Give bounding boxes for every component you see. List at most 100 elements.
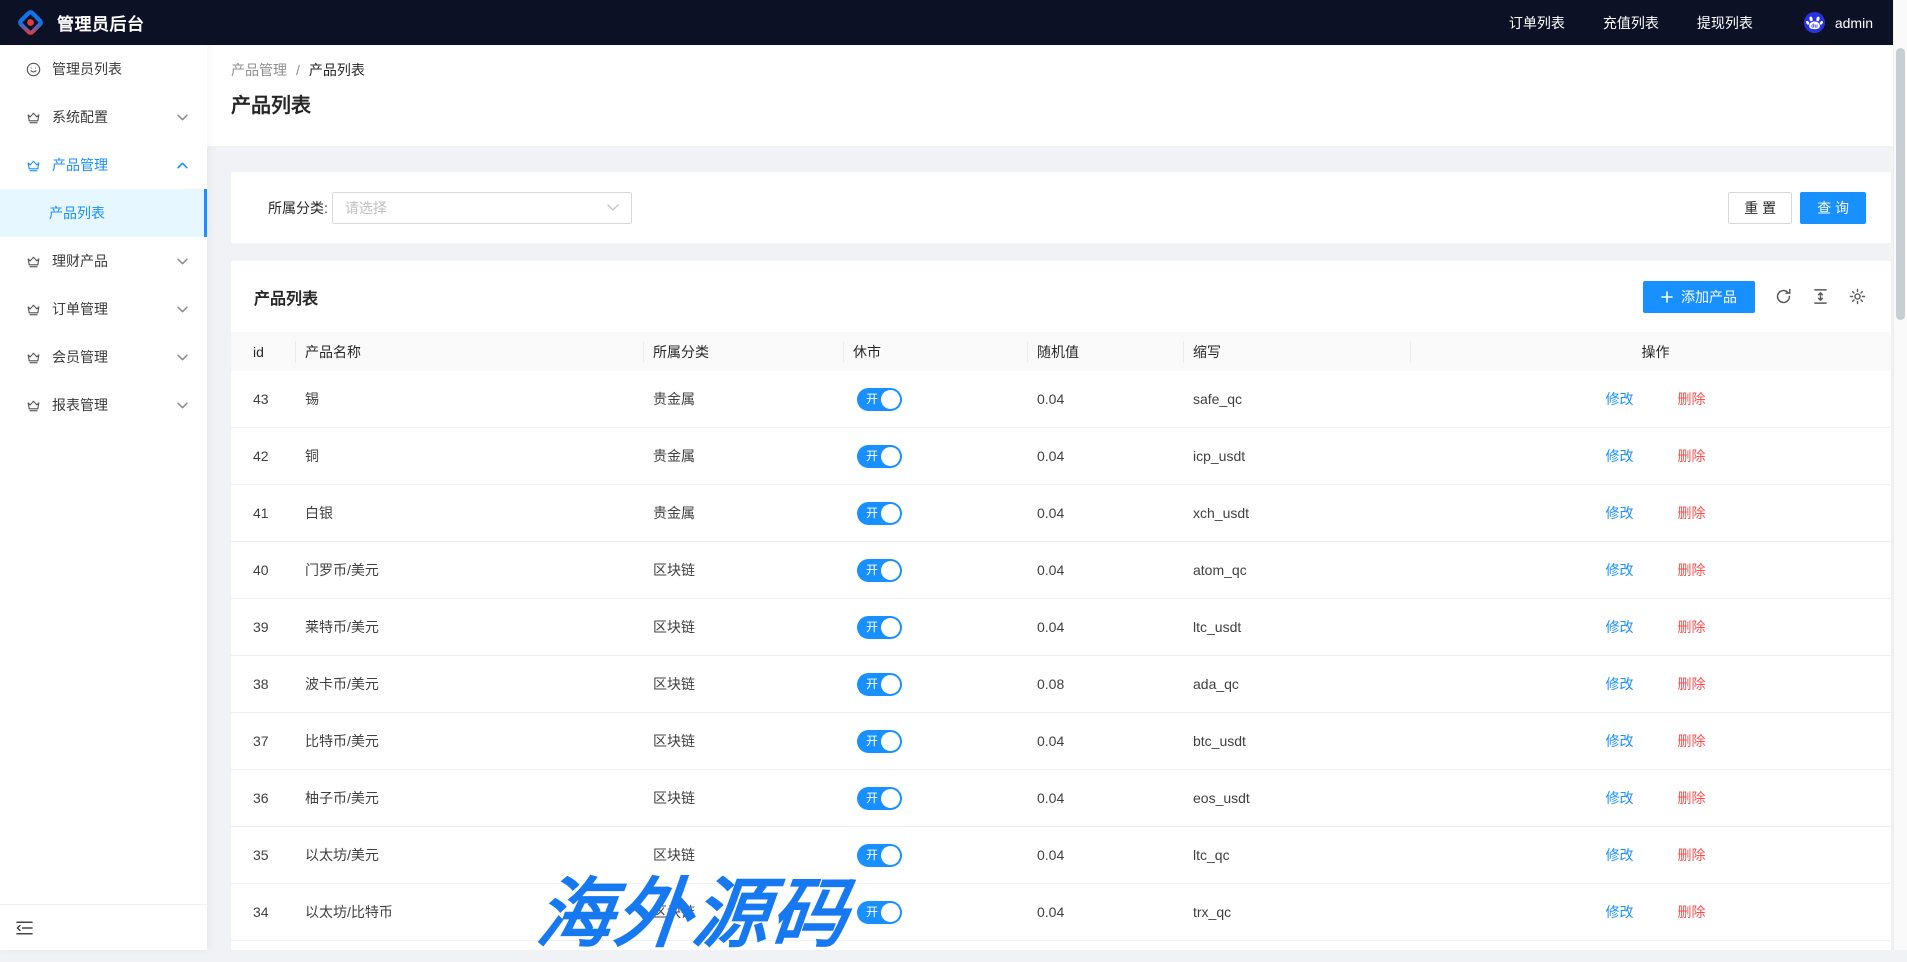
scrollbar-thumb[interactable] [1896, 48, 1905, 320]
query-button[interactable]: 查 询 [1800, 192, 1866, 224]
cell-market-switch: 开 [853, 502, 1037, 525]
edit-link[interactable]: 修改 [1606, 731, 1634, 751]
edit-link[interactable]: 修改 [1606, 446, 1634, 466]
chevron-up-icon [177, 162, 188, 169]
sidebar-item-report-management[interactable]: 报表管理 [0, 381, 207, 429]
table-row: 38波卡币/美元区块链开0.08ada_qc修改删除 [231, 656, 1891, 713]
sidebar-footer [0, 904, 207, 950]
breadcrumb-parent[interactable]: 产品管理 [231, 62, 287, 78]
column-height-icon[interactable] [1812, 288, 1829, 305]
main-content: 产品管理/产品列表 产品列表 所属分类: 请选择 重 置 查 询 产品列表 [207, 45, 1907, 950]
sidebar-item-admin-list[interactable]: 管理员列表 [0, 45, 207, 93]
cell-market-switch: 开 [853, 559, 1037, 582]
toggle-knob [881, 789, 900, 808]
sidebar-item-order-management[interactable]: 订单管理 [0, 285, 207, 333]
cell-id: 39 [231, 619, 305, 635]
cell-random-value: 0.04 [1037, 733, 1193, 749]
table-header-row: id 产品名称 所属分类 休市 随机值 缩写 操作 [231, 332, 1891, 371]
cell-abbr: eos_usdt [1193, 790, 1420, 806]
cell-market-switch: 开 [853, 844, 1037, 867]
add-product-button[interactable]: 添加产品 [1643, 281, 1755, 313]
breadcrumb-current: 产品列表 [309, 62, 365, 78]
cell-actions: 修改 删除 [1420, 731, 1891, 751]
cell-category: 区块链 [653, 560, 853, 580]
delete-link[interactable]: 删除 [1678, 389, 1706, 409]
topnav-order-list[interactable]: 订单列表 [1509, 13, 1565, 33]
table-card-header: 产品列表 添加产品 [231, 261, 1891, 332]
toggle-on-label: 开 [866, 445, 878, 468]
table-card: 产品列表 添加产品 [231, 261, 1891, 950]
sidebar-subitem-product-list[interactable]: 产品列表 [0, 189, 207, 237]
sidebar-item-finance-products[interactable]: 理财产品 [0, 237, 207, 285]
edit-link[interactable]: 修改 [1606, 617, 1634, 637]
cell-actions: 修改 删除 [1420, 674, 1891, 694]
sidebar-item-label: 系统配置 [52, 107, 177, 127]
market-toggle[interactable]: 开 [857, 730, 902, 753]
edit-link[interactable]: 修改 [1606, 389, 1634, 409]
edit-link[interactable]: 修改 [1606, 503, 1634, 523]
column-header-market-closed: 休市 [853, 342, 1037, 362]
sidebar-item-product-management[interactable]: 产品管理 [0, 141, 207, 189]
toggle-knob [881, 618, 900, 637]
market-toggle[interactable]: 开 [857, 844, 902, 867]
market-toggle[interactable]: 开 [857, 787, 902, 810]
cell-category: 区块链 [653, 731, 853, 751]
cell-market-switch: 开 [853, 388, 1037, 411]
settings-gear-icon[interactable] [1849, 288, 1866, 305]
menu-fold-icon[interactable] [16, 921, 33, 935]
cell-actions: 修改 删除 [1420, 446, 1891, 466]
sidebar-menu: 管理员列表系统配置产品管理产品列表理财产品订单管理会员管理报表管理 [0, 45, 207, 429]
breadcrumb: 产品管理 / 产品列表 [231, 60, 1883, 80]
delete-link[interactable]: 删除 [1678, 674, 1706, 694]
cell-product-name: 铜 [305, 446, 653, 466]
reset-button[interactable]: 重 置 [1728, 192, 1792, 224]
category-select-placeholder: 请选择 [345, 198, 387, 218]
delete-link[interactable]: 删除 [1678, 845, 1706, 865]
market-toggle[interactable]: 开 [857, 502, 902, 525]
edit-link[interactable]: 修改 [1606, 560, 1634, 580]
toggle-on-label: 开 [866, 901, 878, 924]
market-toggle[interactable]: 开 [857, 616, 902, 639]
chevron-down-icon [177, 258, 188, 265]
toggle-on-label: 开 [866, 730, 878, 753]
delete-link[interactable]: 删除 [1678, 617, 1706, 637]
brand: 管理员后台 [17, 9, 145, 36]
cell-actions: 修改 删除 [1420, 617, 1891, 637]
delete-link[interactable]: 删除 [1678, 560, 1706, 580]
delete-link[interactable]: 删除 [1678, 788, 1706, 808]
topnav-withdraw-list[interactable]: 提现列表 [1697, 13, 1753, 33]
chevron-down-icon [177, 114, 188, 121]
delete-link[interactable]: 删除 [1678, 731, 1706, 751]
plus-icon [1661, 291, 1673, 303]
category-filter-label: 所属分类: [268, 198, 328, 218]
delete-link[interactable]: 删除 [1678, 446, 1706, 466]
market-toggle[interactable]: 开 [857, 559, 902, 582]
column-header-random-value: 随机值 [1037, 342, 1193, 362]
category-select[interactable]: 请选择 [332, 192, 632, 224]
edit-link[interactable]: 修改 [1606, 674, 1634, 694]
cell-id: 42 [231, 448, 305, 464]
market-toggle[interactable]: 开 [857, 901, 902, 924]
crown-icon [25, 110, 41, 125]
chevron-down-icon [177, 306, 188, 313]
table-row: 42铜贵金属开0.04icp_usdt修改删除 [231, 428, 1891, 485]
edit-link[interactable]: 修改 [1606, 788, 1634, 808]
edit-link[interactable]: 修改 [1606, 902, 1634, 922]
reload-icon[interactable] [1775, 288, 1792, 305]
topnav-recharge-list[interactable]: 充值列表 [1603, 13, 1659, 33]
delete-link[interactable]: 删除 [1678, 503, 1706, 523]
market-toggle[interactable]: 开 [857, 445, 902, 468]
sidebar-item-member-management[interactable]: 会员管理 [0, 333, 207, 381]
breadcrumb-separator: / [296, 62, 300, 78]
market-toggle[interactable]: 开 [857, 388, 902, 411]
sidebar-item-system-config[interactable]: 系统配置 [0, 93, 207, 141]
cell-abbr: safe_qc [1193, 391, 1420, 407]
cell-abbr: ltc_usdt [1193, 619, 1420, 635]
market-toggle[interactable]: 开 [857, 673, 902, 696]
chevron-down-icon [607, 204, 619, 211]
edit-link[interactable]: 修改 [1606, 845, 1634, 865]
user-menu[interactable]: du admin [1803, 11, 1873, 34]
vertical-scrollbar[interactable] [1893, 0, 1907, 950]
column-header-id: id [231, 344, 305, 360]
delete-link[interactable]: 删除 [1678, 902, 1706, 922]
